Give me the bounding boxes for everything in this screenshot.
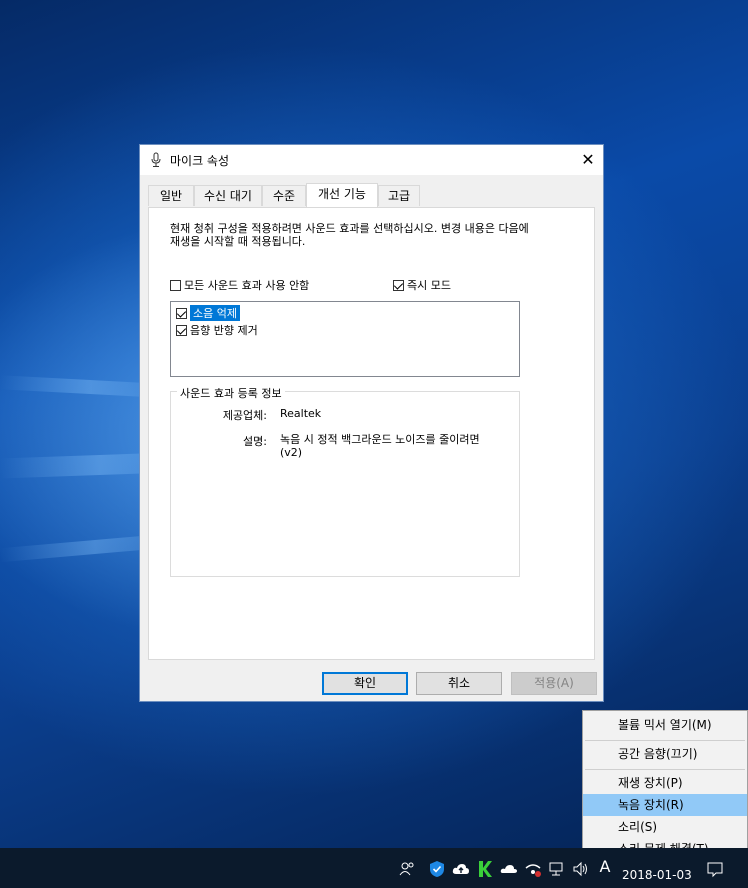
sound-context-menu: 볼륨 믹서 열기(M) 공간 음향(끄기) 재생 장치(P) 녹음 장치(R) … — [582, 710, 748, 858]
provider-label: 제공업체: — [222, 409, 267, 422]
apply-button[interactable]: 적용(A) — [511, 672, 597, 695]
green-app-icon[interactable] — [476, 860, 494, 878]
checkbox-box[interactable] — [176, 324, 187, 336]
effect-properties-group: 사운드 효과 등록 정보 제공업체: Realtek 설명: 녹음 시 정적 백… — [170, 385, 520, 577]
checkbox-box — [393, 279, 404, 291]
enhancements-panel: 현재 청취 구성을 적용하려면 사운드 효과를 선택하십시오. 변경 내용은 다… — [148, 207, 595, 660]
checkbox-box — [170, 279, 181, 291]
effects-list[interactable]: 소음 억제 음향 반향 제거 — [170, 301, 520, 377]
checkbox-box[interactable] — [176, 307, 187, 319]
provider-value: Realtek — [280, 407, 322, 420]
tab-listen[interactable]: 수신 대기 — [194, 185, 262, 206]
immediate-mode-checkbox[interactable]: 즉시 모드 — [393, 277, 451, 293]
disable-all-effects-checkbox[interactable]: 모든 사운드 효과 사용 안함 — [170, 277, 309, 293]
clock-date[interactable]: 2018-01-03 — [622, 868, 692, 882]
defender-icon[interactable] — [428, 860, 446, 878]
list-item-echo-cancellation[interactable]: 음향 반향 제거 — [176, 322, 258, 338]
cancel-button[interactable]: 취소 — [416, 672, 502, 695]
network-icon[interactable] — [548, 860, 566, 878]
volume-icon[interactable] — [572, 860, 590, 878]
microphone-properties-dialog: 마이크 속성 ✕ 일반 수신 대기 수준 개선 기능 고급 현재 청취 구성을 … — [139, 144, 604, 702]
close-button[interactable]: ✕ — [573, 145, 603, 175]
list-item-noise-suppression[interactable]: 소음 억제 — [176, 305, 240, 321]
tab-levels[interactable]: 수준 — [262, 185, 306, 206]
ime-indicator[interactable]: A — [596, 858, 614, 876]
menu-separator — [585, 769, 745, 770]
group-title: 사운드 효과 등록 정보 — [177, 385, 285, 401]
action-center-icon[interactable] — [706, 860, 724, 878]
dialog-title: 마이크 속성 — [170, 154, 230, 168]
checkbox-label: 모든 사운드 효과 사용 안함 — [184, 279, 310, 292]
list-item-label: 음향 반향 제거 — [190, 324, 258, 337]
tab-enhancements[interactable]: 개선 기능 — [306, 183, 378, 207]
onedrive-icon[interactable] — [500, 860, 518, 878]
menu-item-sounds[interactable]: 소리(S) — [583, 816, 747, 838]
instructions-text: 현재 청취 구성을 적용하려면 사운드 효과를 선택하십시오. 변경 내용은 다… — [170, 222, 529, 248]
checkbox-label: 즉시 모드 — [407, 279, 451, 292]
ok-button[interactable]: 확인 — [322, 672, 408, 695]
people-icon[interactable] — [398, 860, 416, 878]
microphone-icon — [150, 152, 162, 168]
tab-advanced[interactable]: 고급 — [378, 185, 420, 206]
description-label: 설명: — [243, 435, 267, 448]
cloud-upload-icon[interactable] — [452, 860, 470, 878]
menu-item-playback-devices[interactable]: 재생 장치(P) — [583, 772, 747, 794]
network-error-icon[interactable] — [524, 860, 542, 878]
menu-item-spatial-sound[interactable]: 공간 음향(끄기) — [583, 743, 747, 765]
tab-general[interactable]: 일반 — [148, 185, 194, 206]
description-value: 녹음 시 정적 백그라운드 노이즈를 줄이려면 (v2) — [280, 433, 480, 459]
menu-item-volume-mixer[interactable]: 볼륨 믹서 열기(M) — [583, 714, 747, 736]
title-bar[interactable]: 마이크 속성 ✕ — [140, 145, 603, 175]
menu-separator — [585, 740, 745, 741]
list-item-label: 소음 억제 — [190, 305, 240, 321]
menu-item-recording-devices[interactable]: 녹음 장치(R) — [583, 794, 747, 816]
